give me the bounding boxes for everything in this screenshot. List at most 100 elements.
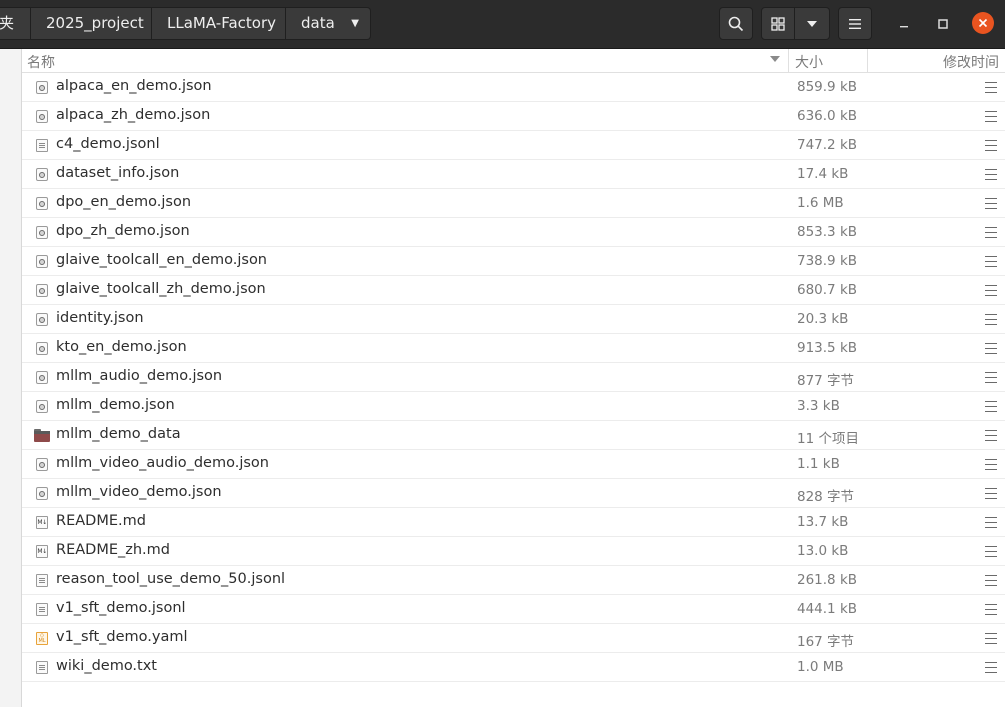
json-file-icon — [36, 342, 48, 355]
breadcrumb-item-llama-factory[interactable]: LLaMA-Factory — [152, 7, 286, 40]
file-row[interactable]: wiki_demo.txt 1.0 MB — [22, 653, 1005, 682]
column-modified-header[interactable]: 修改时间 — [943, 52, 999, 72]
file-name: mllm_demo_data — [56, 426, 181, 442]
breadcrumb-item-parent[interactable]: 夹 — [0, 7, 31, 40]
breadcrumb-label: data — [301, 14, 335, 32]
file-row[interactable]: dataset_info.json 17.4 kB — [22, 160, 1005, 189]
row-menu-icon[interactable] — [985, 314, 997, 325]
file-name: alpaca_zh_demo.json — [56, 107, 211, 123]
file-name: glaive_toolcall_en_demo.json — [56, 252, 268, 268]
view-options-button[interactable] — [795, 7, 830, 40]
file-row[interactable]: M↓ README_zh.md 13.0 kB — [22, 537, 1005, 566]
row-menu-icon[interactable] — [985, 401, 997, 412]
row-menu-icon[interactable] — [985, 517, 997, 528]
row-menu-icon[interactable] — [985, 575, 997, 586]
minimize-button[interactable] — [892, 12, 916, 36]
row-menu-icon[interactable] — [985, 662, 997, 673]
json-file-icon — [36, 487, 48, 500]
markdown-file-icon: M↓ — [36, 545, 48, 558]
json-file-icon — [36, 458, 48, 471]
row-menu-icon[interactable] — [985, 285, 997, 296]
file-name: v1_sft_demo.jsonl — [56, 600, 186, 616]
row-menu-icon[interactable] — [985, 198, 997, 209]
search-icon — [728, 16, 744, 31]
row-menu-icon[interactable] — [985, 546, 997, 557]
json-file-icon — [36, 255, 48, 268]
file-size: 828 字节 — [797, 489, 855, 505]
file-list: alpaca_en_demo.json 859.9 kB alpaca_zh_dem… — [22, 73, 1005, 682]
file-size: 636.0 kB — [797, 108, 858, 124]
chevron-down-icon: ▼ — [351, 18, 359, 29]
row-menu-icon[interactable] — [985, 140, 997, 151]
file-name: kto_en_demo.json — [56, 339, 187, 355]
row-menu-icon[interactable] — [985, 459, 997, 470]
file-size: 1.6 MB — [797, 195, 844, 211]
file-row[interactable]: dpo_en_demo.json 1.6 MB — [22, 189, 1005, 218]
file-row[interactable]: glaive_toolcall_zh_demo.json 680.7 kB — [22, 276, 1005, 305]
file-row[interactable]: glaive_toolcall_en_demo.json 738.9 kB — [22, 247, 1005, 276]
row-menu-icon[interactable] — [985, 82, 997, 93]
breadcrumb-item-data[interactable]: data ▼ — [286, 7, 371, 40]
column-divider[interactable] — [867, 49, 868, 72]
row-menu-icon[interactable] — [985, 256, 997, 267]
file-row[interactable]: dpo_zh_demo.json 853.3 kB — [22, 218, 1005, 247]
folder-icon — [34, 429, 50, 442]
file-name: identity.json — [56, 310, 144, 326]
row-menu-icon[interactable] — [985, 343, 997, 354]
file-size: 13.7 kB — [797, 514, 849, 530]
json-file-icon — [36, 313, 48, 326]
file-row[interactable]: identity.json 20.3 kB — [22, 305, 1005, 334]
breadcrumb-label: 夹 — [0, 14, 15, 32]
view-grid-button[interactable] — [761, 7, 795, 40]
file-row[interactable]: v1_sft_demo.jsonl 444.1 kB — [22, 595, 1005, 624]
close-icon — [978, 18, 988, 28]
file-row[interactable]: ⟨⟩ ML v1_sft_demo.yaml 167 字节 — [22, 624, 1005, 653]
file-row[interactable]: reason_tool_use_demo_50.jsonl 261.8 kB — [22, 566, 1005, 595]
file-row[interactable]: mllm_video_audio_demo.json 1.1 kB — [22, 450, 1005, 479]
file-row[interactable]: mllm_audio_demo.json 877 字节 — [22, 363, 1005, 392]
file-size: 680.7 kB — [797, 282, 858, 298]
close-button[interactable] — [972, 12, 994, 34]
header-bar: 夹 2025_project LLaMA-Factory data ▼ — [0, 0, 1005, 49]
file-row[interactable]: mllm_video_demo.json 828 字节 — [22, 479, 1005, 508]
row-menu-icon[interactable] — [985, 169, 997, 180]
file-name: alpaca_en_demo.json — [56, 78, 212, 94]
row-menu-icon[interactable] — [985, 227, 997, 238]
column-divider[interactable] — [788, 49, 789, 72]
json-file-icon — [36, 81, 48, 94]
row-menu-icon[interactable] — [985, 488, 997, 499]
search-button[interactable] — [719, 7, 753, 40]
file-name: glaive_toolcall_zh_demo.json — [56, 281, 266, 297]
file-size: 877 字节 — [797, 373, 855, 389]
json-file-icon — [36, 110, 48, 123]
file-row[interactable]: M↓ README.md 13.7 kB — [22, 508, 1005, 537]
file-name: c4_demo.jsonl — [56, 136, 160, 152]
row-menu-icon[interactable] — [985, 604, 997, 615]
column-header: 名称 大小 修改时间 — [22, 49, 1005, 73]
row-menu-icon[interactable] — [985, 633, 997, 644]
file-size: 1.1 kB — [797, 456, 840, 472]
maximize-button[interactable] — [931, 12, 955, 36]
file-name: mllm_video_audio_demo.json — [56, 455, 269, 471]
column-size-header[interactable]: 大小 — [795, 52, 823, 72]
breadcrumb-item-project[interactable]: 2025_project — [31, 7, 152, 40]
file-row[interactable]: mllm_demo_data 11 个项目 — [22, 421, 1005, 450]
file-row[interactable]: c4_demo.jsonl 747.2 kB — [22, 131, 1005, 160]
file-size: 3.3 kB — [797, 398, 840, 414]
file-row[interactable]: alpaca_zh_demo.json 636.0 kB — [22, 102, 1005, 131]
text-file-icon — [36, 139, 48, 152]
breadcrumb-label: LLaMA-Factory — [167, 14, 276, 32]
file-size: 913.5 kB — [797, 340, 858, 356]
file-name: dataset_info.json — [56, 165, 180, 181]
file-row[interactable]: mllm_demo.json 3.3 kB — [22, 392, 1005, 421]
file-size: 738.9 kB — [797, 253, 858, 269]
row-menu-icon[interactable] — [985, 372, 997, 383]
file-row[interactable]: alpaca_en_demo.json 859.9 kB — [22, 73, 1005, 102]
column-name-header[interactable]: 名称 — [27, 52, 55, 72]
app-menu-button[interactable] — [838, 7, 872, 40]
row-menu-icon[interactable] — [985, 111, 997, 122]
json-file-icon — [36, 168, 48, 181]
row-menu-icon[interactable] — [985, 430, 997, 441]
markdown-file-icon: M↓ — [36, 516, 48, 529]
file-row[interactable]: kto_en_demo.json 913.5 kB — [22, 334, 1005, 363]
